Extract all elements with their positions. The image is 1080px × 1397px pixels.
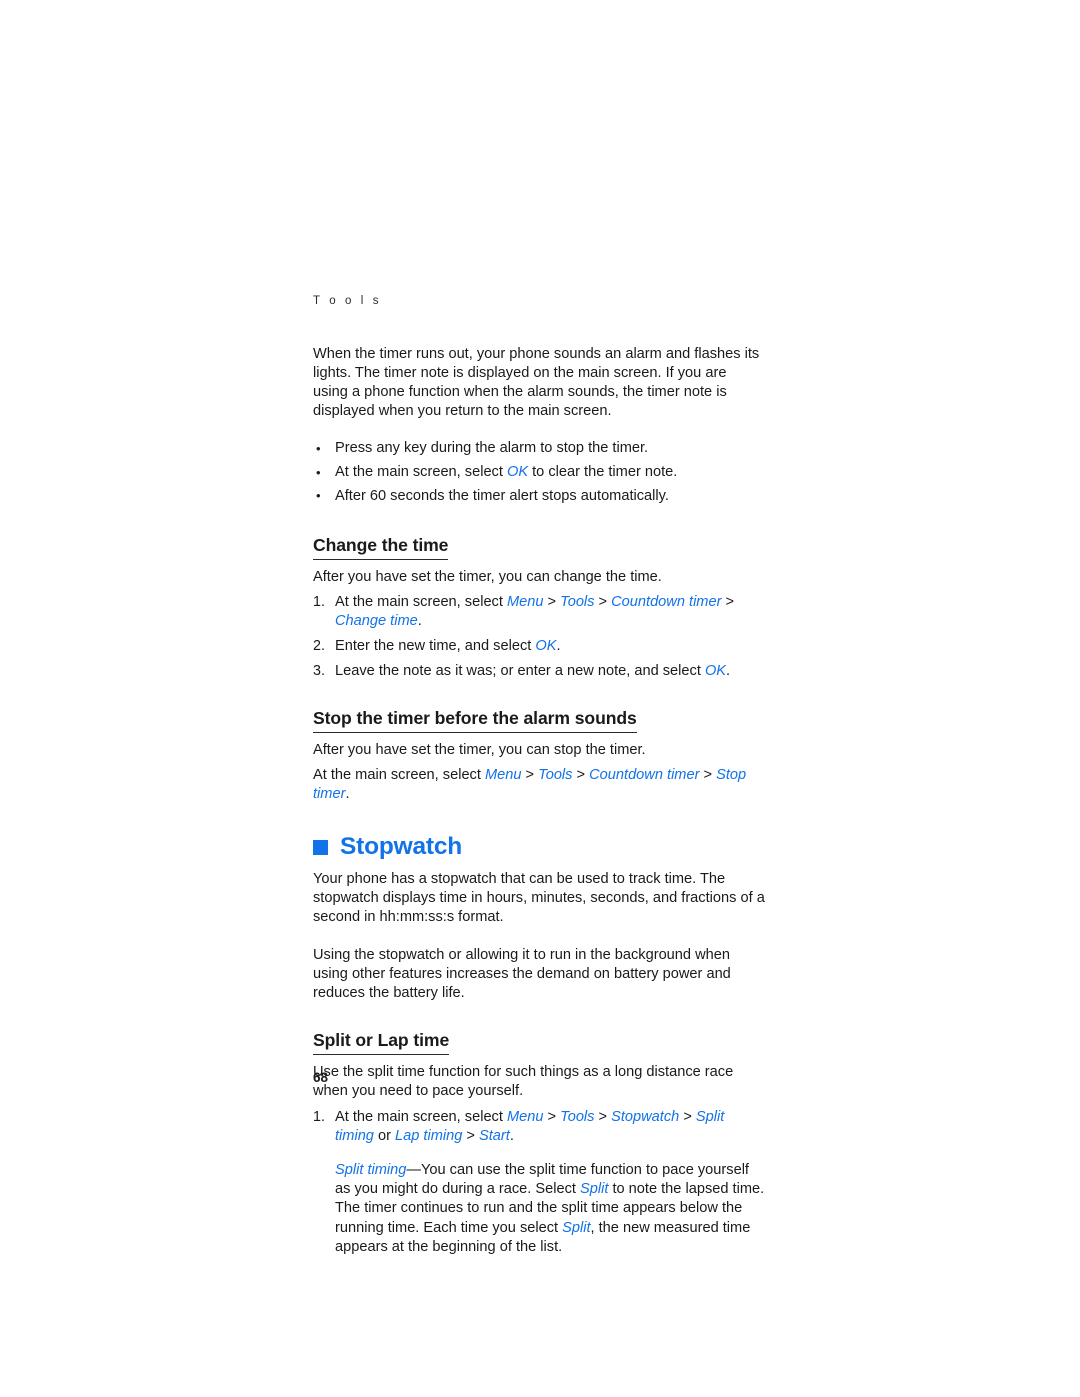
path-separator: > bbox=[721, 594, 735, 611]
path-separator: > bbox=[572, 767, 590, 784]
ui-term-start: Start bbox=[479, 1127, 510, 1144]
step-lead: Leave the note as it was; or enter a new… bbox=[335, 662, 705, 679]
heading-stop-the-timer: Stop the timer before the alarm sounds bbox=[313, 707, 637, 733]
path-separator: > bbox=[594, 1108, 612, 1125]
ui-term-tools: Tools bbox=[538, 767, 573, 784]
stop-timer-heading-wrap: Stop the timer before the alarm sounds bbox=[313, 707, 765, 737]
list-item: At the main screen, select Menu > Tools … bbox=[313, 1108, 765, 1146]
ui-term-split-timing: Split timing bbox=[335, 1162, 407, 1179]
ui-term-tools: Tools bbox=[560, 1108, 595, 1125]
path-separator: > bbox=[679, 1108, 696, 1125]
change-time-heading-wrap: Change the time bbox=[313, 534, 765, 564]
list-item: Press any key during the alarm to stop t… bbox=[313, 439, 765, 458]
change-time-steps: At the main screen, select Menu > Tools … bbox=[313, 593, 765, 681]
ui-term-ok: OK bbox=[535, 638, 557, 655]
path-separator: > bbox=[543, 1108, 561, 1125]
section-heading-stopwatch: Stopwatch bbox=[313, 832, 765, 860]
split-lap-steps: At the main screen, select Menu > Tools … bbox=[313, 1108, 765, 1146]
bullet-text: Press any key during the alarm to stop t… bbox=[335, 440, 649, 457]
stopwatch-paragraph-2: Using the stopwatch or allowing it to ru… bbox=[313, 946, 731, 1002]
bullet-text: After 60 seconds the timer alert stops a… bbox=[335, 487, 669, 504]
bullet-text-tail: to clear the timer note. bbox=[528, 464, 678, 481]
ui-term-menu: Menu bbox=[506, 594, 544, 611]
split-timing-note: Split timing—You can use the split time … bbox=[335, 1161, 765, 1257]
ui-term-ok: OK bbox=[704, 662, 727, 679]
ui-term-ok: OK bbox=[506, 464, 529, 481]
em-dash: — bbox=[406, 1162, 421, 1179]
step-lead: Enter the new time, and select bbox=[335, 638, 536, 655]
page-number: 68 bbox=[313, 1070, 329, 1085]
change-time-intro: After you have set the timer, you can ch… bbox=[313, 568, 662, 585]
conjunction: or bbox=[373, 1127, 396, 1144]
path-separator: > bbox=[594, 594, 612, 611]
stop-timer-intro: After you have set the timer, you can st… bbox=[313, 741, 646, 758]
list-item: At the main screen, select OK to clear t… bbox=[313, 463, 765, 482]
list-item: After 60 seconds the timer alert stops a… bbox=[313, 486, 765, 506]
ui-term-menu: Menu bbox=[506, 1108, 544, 1125]
intro-paragraph: When the timer runs out, your phone soun… bbox=[313, 345, 760, 420]
ui-term-lap-timing: Lap timing bbox=[395, 1127, 463, 1144]
list-item: Enter the new time, and select OK. bbox=[313, 637, 765, 656]
ui-term-split: Split bbox=[580, 1181, 609, 1198]
split-lap-intro: Use the split time function for such thi… bbox=[313, 1064, 734, 1100]
ui-term-change-time: Change time bbox=[335, 613, 418, 630]
ui-term-stopwatch: Stopwatch bbox=[611, 1108, 680, 1125]
step-lead: At the main screen, select bbox=[335, 1108, 507, 1125]
path-separator: > bbox=[543, 594, 561, 611]
list-item: Leave the note as it was; or enter a new… bbox=[313, 662, 765, 681]
list-item: At the main screen, select Menu > Tools … bbox=[313, 593, 765, 631]
path-separator: > bbox=[521, 767, 539, 784]
stopwatch-paragraph-1: Your phone has a stopwatch that can be u… bbox=[313, 871, 765, 926]
section-title-text: Stopwatch bbox=[340, 832, 463, 860]
page-content: T o o l s When the timer runs out, your … bbox=[313, 295, 765, 1257]
step-tail: . bbox=[417, 613, 422, 630]
path-separator: > bbox=[699, 767, 717, 784]
step-lead: At the main screen, select bbox=[335, 594, 507, 611]
stop-timer-instruction: At the main screen, select Menu > Tools … bbox=[313, 766, 765, 804]
step-tail: . bbox=[556, 638, 561, 655]
ui-term-countdown-timer: Countdown timer bbox=[611, 594, 722, 611]
running-head: T o o l s bbox=[313, 295, 382, 307]
step-tail: . bbox=[726, 662, 731, 679]
instruction-tail: . bbox=[345, 786, 350, 803]
ui-term-countdown-timer: Countdown timer bbox=[589, 767, 700, 784]
split-lap-heading-wrap: Split or Lap time bbox=[313, 1029, 765, 1059]
ui-term-menu: Menu bbox=[484, 767, 522, 784]
instruction-lead: At the main screen, select bbox=[313, 767, 485, 784]
ui-term-tools: Tools bbox=[560, 594, 595, 611]
step-tail: . bbox=[509, 1127, 514, 1144]
heading-split-or-lap-time: Split or Lap time bbox=[313, 1029, 449, 1056]
timer-alarm-bullet-list: Press any key during the alarm to stop t… bbox=[313, 439, 765, 506]
square-bullet-icon bbox=[313, 840, 328, 856]
bullet-text: At the main screen, select bbox=[335, 464, 507, 481]
heading-change-the-time: Change the time bbox=[313, 534, 448, 560]
ui-term-split: Split bbox=[562, 1219, 591, 1236]
path-separator: > bbox=[462, 1127, 480, 1144]
